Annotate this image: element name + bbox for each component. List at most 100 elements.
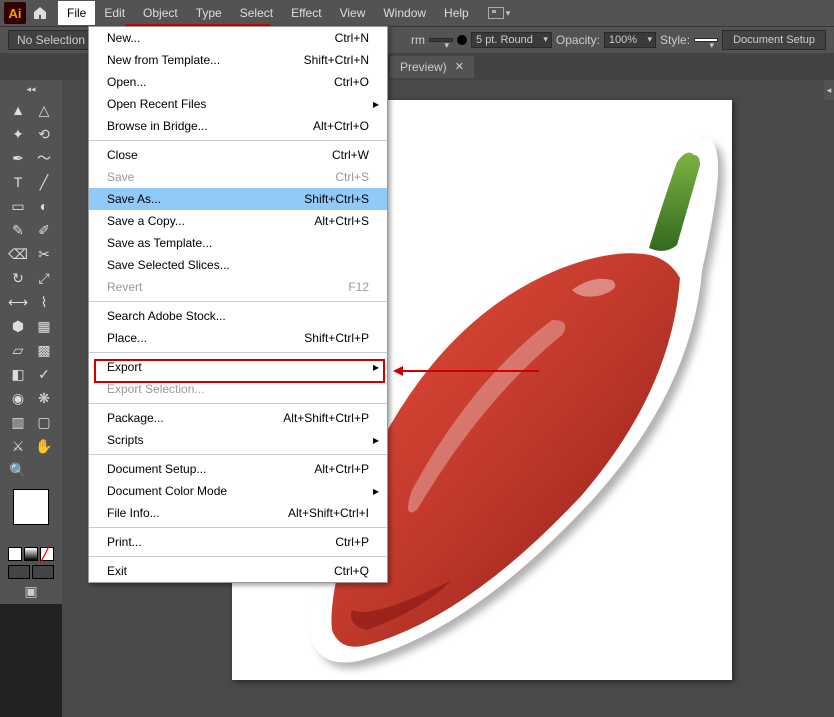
screen-mode-icon[interactable]: ▣ — [24, 583, 37, 600]
menu-help[interactable]: Help — [435, 1, 478, 25]
style-dropdown[interactable] — [694, 38, 718, 42]
panel-collapse-icon[interactable]: ◂◂ — [0, 84, 62, 95]
menu-view[interactable]: View — [331, 1, 375, 25]
symbol-tool[interactable]: ❋ — [32, 387, 56, 409]
paintbrush-tool[interactable]: ✎ — [6, 219, 30, 241]
pencil-tool[interactable]: ✐ — [32, 219, 56, 241]
file-menu-search-adobe-stock[interactable]: Search Adobe Stock... — [89, 305, 387, 327]
file-menu-save: SaveCtrl+S — [89, 166, 387, 188]
eyedropper-tool[interactable]: ✓ — [32, 363, 56, 385]
file-menu-package[interactable]: Package...Alt+Shift+Ctrl+P — [89, 407, 387, 429]
menu-effect[interactable]: Effect — [282, 1, 330, 25]
rectangle-tool[interactable]: ▭ — [6, 195, 30, 217]
opacity-dropdown[interactable]: 100% — [604, 32, 656, 48]
menu-separator — [89, 556, 387, 557]
file-menu-document-setup[interactable]: Document Setup...Alt+Ctrl+P — [89, 458, 387, 480]
file-menu-browse-in-bridge[interactable]: Browse in Bridge...Alt+Ctrl+O — [89, 115, 387, 137]
document-tab-label: Preview) — [400, 60, 447, 74]
blend-tool[interactable]: ◉ — [6, 387, 30, 409]
menu-window[interactable]: Window — [374, 1, 435, 25]
fill-swatch[interactable] — [13, 489, 49, 525]
menu-separator — [89, 352, 387, 353]
file-menu-new-from-template[interactable]: New from Template...Shift+Ctrl+N — [89, 49, 387, 71]
document-setup-button[interactable]: Document Setup — [722, 30, 826, 50]
width-tool[interactable]: ⟷ — [6, 291, 30, 313]
file-menu-save-a-copy[interactable]: Save a Copy...Alt+Ctrl+S — [89, 210, 387, 232]
color-swatch-white[interactable] — [8, 547, 22, 561]
file-menu-new[interactable]: New...Ctrl+N — [89, 27, 387, 49]
perspective-tool[interactable]: ▱ — [6, 339, 30, 361]
menu-type[interactable]: Type — [187, 1, 231, 25]
selection-tool[interactable]: ▲ — [6, 99, 30, 121]
file-menu-dropdown: New...Ctrl+NNew from Template...Shift+Ct… — [88, 26, 388, 583]
file-menu-scripts[interactable]: Scripts — [89, 429, 387, 451]
file-menu-document-color-mode[interactable]: Document Color Mode — [89, 480, 387, 502]
document-tab[interactable]: Preview) ✕ — [390, 56, 474, 78]
menu-object[interactable]: Object — [134, 1, 187, 25]
draw-mode-normal[interactable] — [8, 565, 30, 579]
style-label: Style: — [660, 33, 690, 47]
shaper-tool[interactable]: ✂ — [32, 243, 56, 265]
color-swatch-none[interactable]: ╱ — [40, 547, 54, 561]
zoom-tool[interactable]: 🔍 — [6, 459, 30, 481]
selection-status: No Selection — [8, 30, 94, 50]
file-menu-print[interactable]: Print...Ctrl+P — [89, 531, 387, 553]
menu-separator — [89, 301, 387, 302]
home-icon[interactable] — [32, 5, 48, 21]
graph-tool[interactable]: ▥ — [6, 411, 30, 433]
file-menu-file-info[interactable]: File Info...Alt+Shift+Ctrl+I — [89, 502, 387, 524]
rotate-tool[interactable]: ↻ — [6, 267, 30, 289]
shape-tool[interactable]: ◐ — [32, 195, 56, 217]
panel-collapse-icon[interactable]: ◂ — [824, 80, 834, 100]
file-menu-exit[interactable]: ExitCtrl+Q — [89, 560, 387, 582]
color-swatch-gradient[interactable] — [24, 547, 38, 561]
close-icon[interactable]: ✕ — [455, 60, 464, 73]
file-menu-place[interactable]: Place...Shift+Ctrl+P — [89, 327, 387, 349]
file-menu-save-selected-slices[interactable]: Save Selected Slices... — [89, 254, 387, 276]
menu-separator — [89, 403, 387, 404]
draw-mode-behind[interactable] — [32, 565, 54, 579]
menu-file[interactable]: File — [58, 1, 95, 25]
menu-select[interactable]: Select — [231, 1, 282, 25]
menu-separator — [89, 454, 387, 455]
control-label: rm — [411, 33, 425, 47]
brush-dot-icon — [457, 35, 467, 45]
free-transform-tool[interactable]: ▦ — [32, 315, 56, 337]
mesh-tool[interactable]: ▩ — [32, 339, 56, 361]
file-menu-export[interactable]: Export — [89, 356, 387, 378]
pen-tool[interactable]: ✒ — [6, 147, 30, 169]
opacity-label: Opacity: — [556, 33, 600, 47]
empty-tool — [32, 459, 56, 481]
magic-wand-tool[interactable]: ✦ — [6, 123, 30, 145]
menu-edit[interactable]: Edit — [95, 1, 134, 25]
eraser-tool[interactable]: ⌫ — [6, 243, 30, 265]
curvature-tool[interactable]: 〜 — [32, 147, 56, 169]
file-menu-export-selection: Export Selection... — [89, 378, 387, 400]
stroke-dropdown[interactable] — [429, 38, 453, 42]
type-tool[interactable]: T — [6, 171, 30, 193]
file-menu-save-as-template[interactable]: Save as Template... — [89, 232, 387, 254]
lasso-tool[interactable]: ⟲ — [32, 123, 56, 145]
workspace-switcher-icon[interactable] — [488, 7, 504, 19]
file-menu-close[interactable]: CloseCtrl+W — [89, 144, 387, 166]
file-menu-save-as[interactable]: Save As...Shift+Ctrl+S — [89, 188, 387, 210]
direct-selection-tool[interactable]: △ — [32, 99, 56, 121]
menubar: File Edit Object Type Select Effect View… — [58, 1, 478, 25]
slice-tool[interactable]: ⚔ — [6, 435, 30, 457]
brush-dropdown[interactable]: 5 pt. Round — [471, 32, 552, 48]
file-menu-revert: RevertF12 — [89, 276, 387, 298]
app-logo: Ai — [4, 2, 26, 24]
tools-panel: ◂◂ ▲△ ✦⟲ ✒〜 T╱ ▭◐ ✎✐ ⌫✂ ↻⤢ ⟷⌇ ⬢▦ ▱▩ ◧✓ ◉… — [0, 80, 62, 604]
gradient-tool[interactable]: ◧ — [6, 363, 30, 385]
warp-tool[interactable]: ⌇ — [32, 291, 56, 313]
hand-tool[interactable]: ✋ — [32, 435, 56, 457]
file-menu-open[interactable]: Open...Ctrl+O — [89, 71, 387, 93]
line-tool[interactable]: ╱ — [32, 171, 56, 193]
file-menu-open-recent-files[interactable]: Open Recent Files — [89, 93, 387, 115]
scale-tool[interactable]: ⤢ — [32, 267, 56, 289]
artboard-tool[interactable]: ▢ — [32, 411, 56, 433]
annotation-arrow — [401, 370, 539, 372]
menu-separator — [89, 527, 387, 528]
shape-builder-tool[interactable]: ⬢ — [6, 315, 30, 337]
chevron-down-icon[interactable]: ▾ — [506, 8, 511, 19]
